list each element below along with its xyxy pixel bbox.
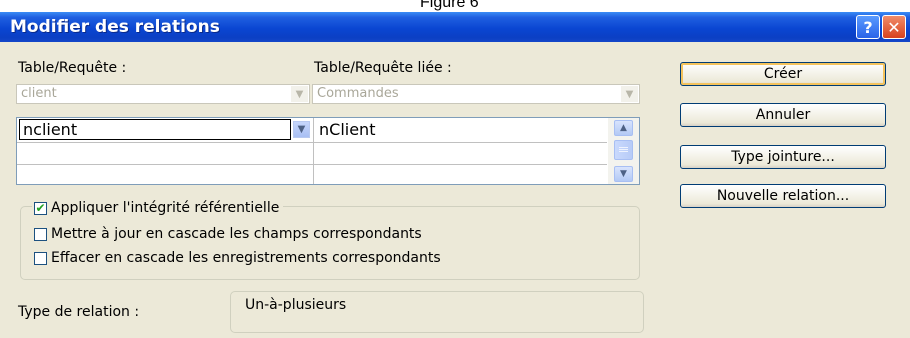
relation-type-value: Un-à-plusieurs <box>245 297 347 313</box>
left-table-value: client <box>21 86 57 101</box>
checkmark-icon: ✔ <box>35 201 46 215</box>
help-icon: ? <box>863 17 873 37</box>
dialog-title: Modifier des relations <box>10 17 220 37</box>
field-dropdown-button[interactable]: ▼ <box>293 121 310 138</box>
grid-scrollbar[interactable]: ▲ ▼ <box>608 118 639 184</box>
cascade-update-option[interactable]: Mettre à jour en cascade les champs corr… <box>34 226 422 242</box>
join-type-button[interactable]: Type jointure... <box>680 145 886 169</box>
close-button[interactable]: ✕ <box>882 15 906 39</box>
scroll-up-button[interactable]: ▲ <box>614 120 633 136</box>
cascade-update-label: Mettre à jour en cascade les champs corr… <box>51 226 422 242</box>
enforce-integrity-option[interactable]: ✔ Appliquer l'intégrité référentielle <box>32 200 284 216</box>
chevron-down-icon: ▼ <box>291 86 308 102</box>
dialog-titlebar[interactable]: Modifier des relations ? ✕ <box>0 12 910 42</box>
fields-grid[interactable]: nclient ▼ nClient ▲ ▼ <box>16 117 640 185</box>
help-button[interactable]: ? <box>856 15 880 39</box>
cascade-delete-option[interactable]: Effacer en cascade les enregistrements c… <box>34 250 441 266</box>
dialog-body: Table/Requête : Table/Requête liée : cli… <box>0 42 910 338</box>
cascade-update-checkbox[interactable] <box>34 227 47 241</box>
new-relation-button[interactable]: Nouvelle relation... <box>680 184 886 208</box>
left-table-label: Table/Requête : <box>18 60 127 76</box>
figure-caption: Figure 6 <box>0 0 910 12</box>
create-button[interactable]: Créer <box>680 62 886 86</box>
integrity-options-group <box>20 206 640 280</box>
right-table-value: Commandes <box>317 86 399 101</box>
right-field-value[interactable]: nClient <box>319 120 375 139</box>
cancel-button[interactable]: Annuler <box>680 103 886 127</box>
scroll-up-icon: ▲ <box>620 123 627 133</box>
close-icon: ✕ <box>887 17 901 37</box>
left-field-value: nclient <box>23 120 78 139</box>
relation-type-box: Un-à-plusieurs <box>230 291 644 333</box>
column-divider <box>313 118 314 184</box>
right-table-combo: Commandes ▼ <box>312 84 640 104</box>
enforce-integrity-label: Appliquer l'intégrité référentielle <box>51 200 280 216</box>
scroll-down-button[interactable]: ▼ <box>614 166 633 182</box>
scroll-down-icon: ▼ <box>620 169 627 179</box>
chevron-down-icon: ▼ <box>297 124 306 135</box>
left-table-combo: client ▼ <box>16 84 310 104</box>
table-row[interactable] <box>17 142 607 165</box>
relation-type-label: Type de relation : <box>18 304 140 320</box>
right-table-label: Table/Requête liée : <box>314 60 452 76</box>
cascade-delete-checkbox[interactable] <box>34 251 47 265</box>
chevron-down-icon: ▼ <box>621 86 638 102</box>
figure-caption-text: Figure 6 <box>420 0 479 11</box>
enforce-integrity-checkbox[interactable]: ✔ <box>34 201 47 215</box>
scroll-thumb[interactable] <box>614 140 633 160</box>
cascade-delete-label: Effacer en cascade les enregistrements c… <box>51 250 441 266</box>
